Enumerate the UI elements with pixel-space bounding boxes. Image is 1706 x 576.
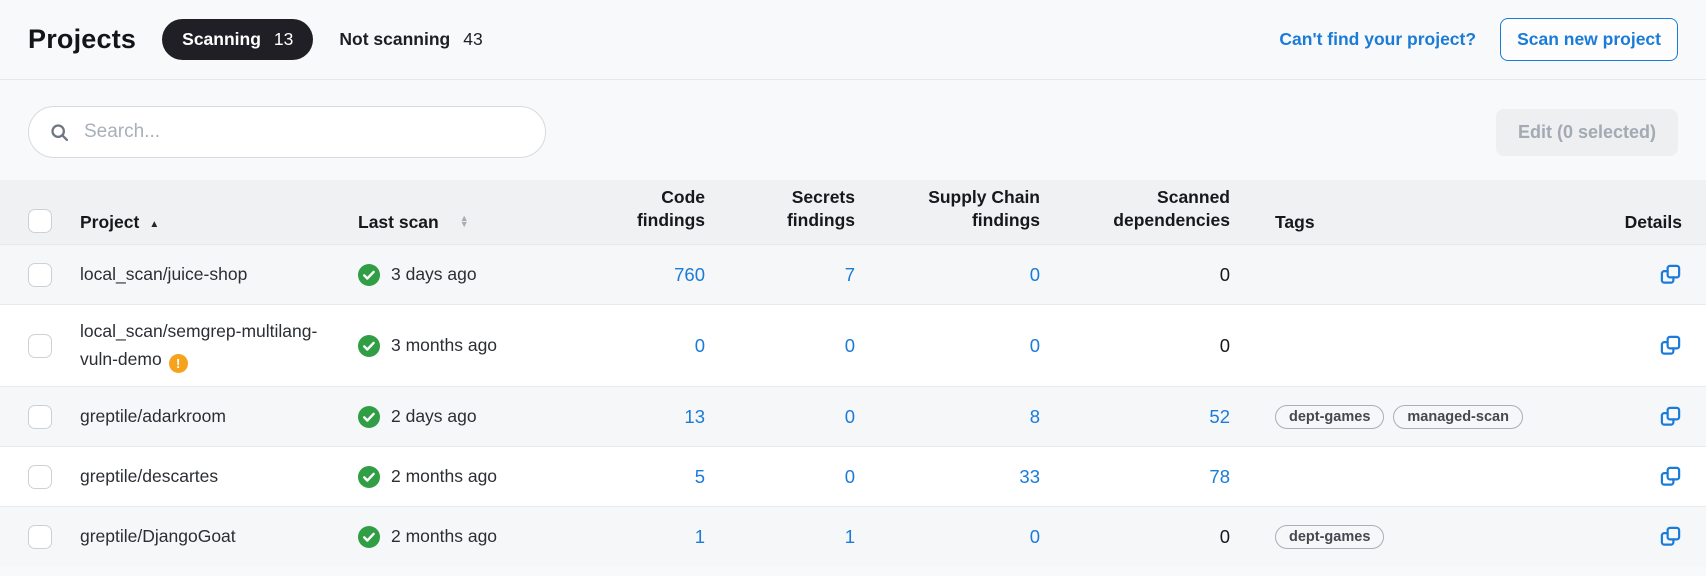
row-checkbox[interactable] xyxy=(28,334,52,358)
toolbar: Edit (0 selected) xyxy=(0,80,1706,158)
tab-not-scanning-label: Not scanning xyxy=(339,29,450,50)
secrets-findings-link[interactable]: 7 xyxy=(845,264,855,285)
warning-icon[interactable]: ! xyxy=(169,354,188,373)
column-header-last-scan[interactable]: Last scan ▲▼ xyxy=(358,212,558,233)
supply-chain-findings-link[interactable]: 0 xyxy=(1030,335,1040,356)
scanned-dependencies-link[interactable]: 78 xyxy=(1209,466,1230,487)
search-input[interactable] xyxy=(84,121,525,143)
project-name[interactable]: local_scan/juice-shop xyxy=(80,264,247,284)
project-name[interactable]: greptile/adarkroom xyxy=(80,406,226,426)
row-checkbox[interactable] xyxy=(28,525,52,549)
scan-success-icon xyxy=(358,526,380,548)
search-box[interactable] xyxy=(28,106,546,158)
scan-success-icon xyxy=(358,406,380,428)
table-row: greptile/adarkroom 2 days ago 13 0 8 52 … xyxy=(0,386,1706,446)
tab-scanning[interactable]: Scanning 13 xyxy=(162,19,313,60)
scanning-tabs: Scanning 13 Not scanning 43 xyxy=(162,19,503,60)
tag-pill: dept-games xyxy=(1275,405,1384,429)
search-icon xyxy=(49,122,70,143)
scan-success-icon xyxy=(358,466,380,488)
secrets-findings-link[interactable]: 0 xyxy=(845,406,855,427)
sort-ascending-icon: ▲ xyxy=(149,219,159,230)
tags-cell: dept-games xyxy=(1230,525,1590,549)
tab-scanning-count: 13 xyxy=(274,29,293,50)
tab-scanning-label: Scanning xyxy=(182,29,261,50)
row-checkbox[interactable] xyxy=(28,263,52,287)
top-bar: Projects Scanning 13 Not scanning 43 Can… xyxy=(0,0,1706,80)
scanned-dependencies-value: 0 xyxy=(1220,335,1230,356)
project-name[interactable]: greptile/descartes xyxy=(80,466,218,486)
secrets-findings-link[interactable]: 0 xyxy=(845,335,855,356)
project-name[interactable]: local_scan/semgrep-multilang-vuln-demo xyxy=(80,321,317,368)
details-copy-icon[interactable] xyxy=(1659,405,1682,428)
tab-not-scanning-count: 43 xyxy=(463,29,482,50)
page-title: Projects xyxy=(28,24,136,55)
top-bar-actions: Can't find your project? Scan new projec… xyxy=(1279,18,1678,61)
scan-new-project-button[interactable]: Scan new project xyxy=(1500,18,1678,61)
supply-chain-findings-link[interactable]: 8 xyxy=(1030,406,1040,427)
last-scan-time: 3 months ago xyxy=(391,335,497,356)
projects-table: Project▲ Last scan ▲▼ Code findings Secr… xyxy=(0,180,1706,566)
last-scan-time: 2 months ago xyxy=(391,526,497,547)
projects-page: Projects Scanning 13 Not scanning 43 Can… xyxy=(0,0,1706,576)
scanned-dependencies-value: 0 xyxy=(1220,526,1230,547)
scan-success-icon xyxy=(358,335,380,357)
details-copy-icon[interactable] xyxy=(1659,334,1682,357)
table-row: local_scan/juice-shop 3 days ago 760 7 0… xyxy=(0,244,1706,304)
last-scan-time: 3 days ago xyxy=(391,264,477,285)
tags-cell: dept-games managed-scan xyxy=(1230,405,1590,429)
scanned-dependencies-value: 0 xyxy=(1220,264,1230,285)
code-findings-link[interactable]: 760 xyxy=(674,264,705,285)
column-header-project[interactable]: Project▲ xyxy=(80,212,358,233)
table-header-row: Project▲ Last scan ▲▼ Code findings Secr… xyxy=(0,180,1706,244)
secrets-findings-link[interactable]: 0 xyxy=(845,466,855,487)
select-all-checkbox[interactable] xyxy=(28,209,52,233)
supply-chain-findings-link[interactable]: 0 xyxy=(1030,264,1040,285)
scanned-dependencies-link[interactable]: 52 xyxy=(1209,406,1230,427)
column-header-supply-chain-findings: Supply Chain findings xyxy=(855,186,1040,233)
project-name[interactable]: greptile/DjangoGoat xyxy=(80,526,236,546)
table-row: local_scan/semgrep-multilang-vuln-demo! … xyxy=(0,304,1706,386)
row-checkbox[interactable] xyxy=(28,465,52,489)
tag-pill: managed-scan xyxy=(1393,405,1523,429)
details-copy-icon[interactable] xyxy=(1659,465,1682,488)
code-findings-link[interactable]: 1 xyxy=(695,526,705,547)
row-checkbox[interactable] xyxy=(28,405,52,429)
secrets-findings-link[interactable]: 1 xyxy=(845,526,855,547)
tag-pill: dept-games xyxy=(1275,525,1384,549)
column-header-code-findings: Code findings xyxy=(558,186,705,233)
details-copy-icon[interactable] xyxy=(1659,525,1682,548)
scan-success-icon xyxy=(358,264,380,286)
column-header-tags: Tags xyxy=(1230,212,1590,233)
column-header-secrets-findings: Secrets findings xyxy=(705,186,855,233)
tab-not-scanning[interactable]: Not scanning 43 xyxy=(319,19,502,60)
edit-selected-button[interactable]: Edit (0 selected) xyxy=(1496,109,1678,156)
table-row: greptile/DjangoGoat 2 months ago 1 1 0 0… xyxy=(0,506,1706,566)
sort-unsorted-icon: ▲▼ xyxy=(460,215,469,227)
last-scan-time: 2 months ago xyxy=(391,466,497,487)
code-findings-link[interactable]: 13 xyxy=(684,406,705,427)
table-row: greptile/descartes 2 months ago 5 0 33 7… xyxy=(0,446,1706,506)
column-header-details: Details xyxy=(1590,212,1706,233)
code-findings-link[interactable]: 0 xyxy=(695,335,705,356)
column-header-scanned-dependencies: Scanned dependencies xyxy=(1040,186,1230,233)
cant-find-project-link[interactable]: Can't find your project? xyxy=(1279,29,1476,50)
last-scan-time: 2 days ago xyxy=(391,406,477,427)
supply-chain-findings-link[interactable]: 0 xyxy=(1030,526,1040,547)
code-findings-link[interactable]: 5 xyxy=(695,466,705,487)
details-copy-icon[interactable] xyxy=(1659,263,1682,286)
supply-chain-findings-link[interactable]: 33 xyxy=(1019,466,1040,487)
